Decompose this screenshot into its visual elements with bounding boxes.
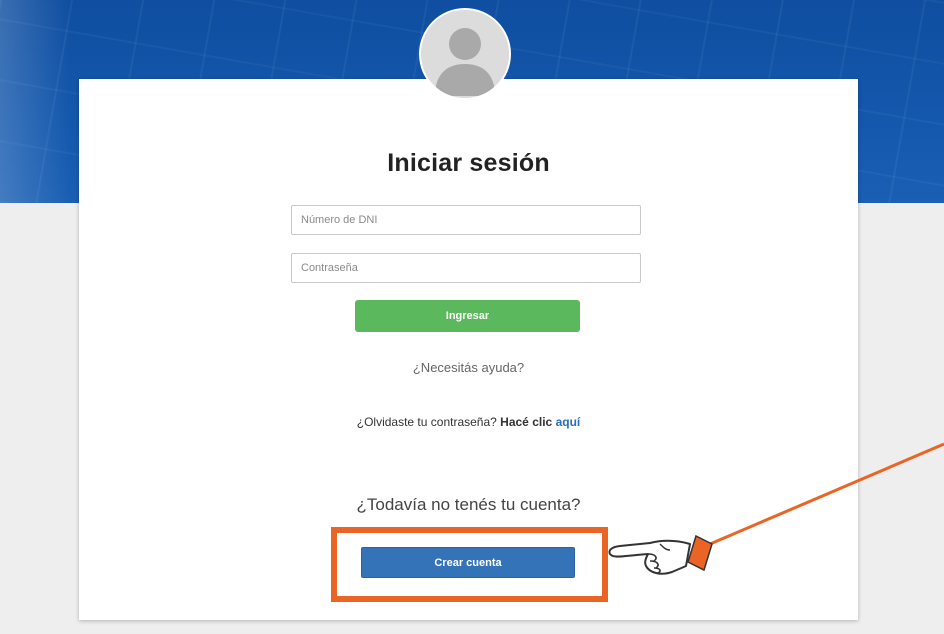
forgot-action-text: Hacé clic — [500, 415, 553, 429]
forgot-password-link[interactable]: aquí — [556, 415, 581, 429]
help-link[interactable]: ¿Necesitás ayuda? — [79, 360, 858, 375]
page-title: Iniciar sesión — [387, 149, 550, 177]
forgot-password-line: ¿Olvidaste tu contraseña? Hacé clic aquí — [79, 415, 858, 429]
login-submit-button[interactable]: Ingresar — [355, 300, 580, 332]
banner-fade — [0, 0, 70, 203]
password-field[interactable] — [291, 253, 641, 283]
forgot-password-text: ¿Olvidaste tu contraseña? — [356, 415, 501, 429]
pointing-hand-icon — [608, 442, 944, 575]
user-avatar-icon — [421, 10, 509, 98]
dni-field[interactable] — [291, 205, 641, 235]
create-account-button[interactable]: Crear cuenta — [361, 547, 575, 578]
